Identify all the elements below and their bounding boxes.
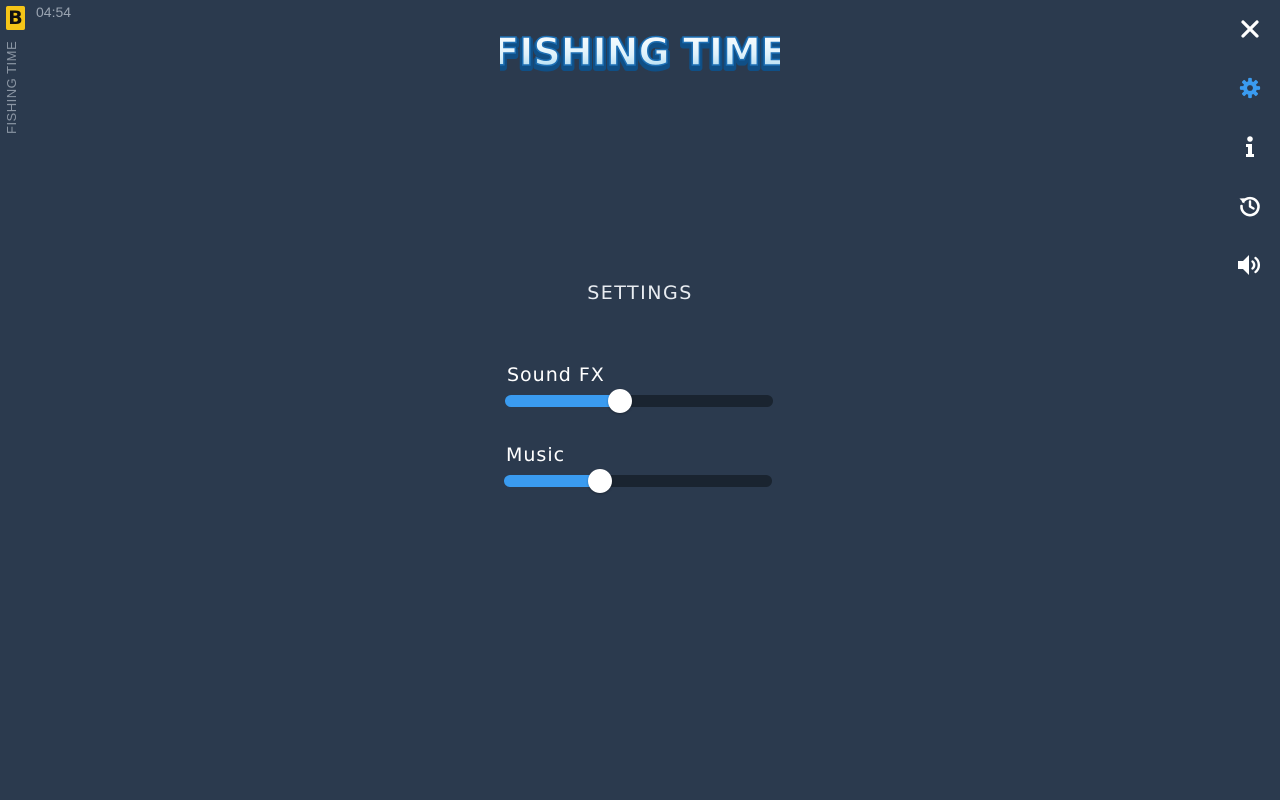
music-slider[interactable] (504, 469, 772, 493)
history-icon (1239, 196, 1260, 217)
info-button[interactable] (1230, 127, 1270, 167)
sound-fx-slider[interactable] (505, 389, 773, 413)
game-logo-text: FISHING TIME (500, 30, 780, 74)
vertical-game-title: FISHING TIME (4, 40, 19, 134)
music-label: Music (506, 444, 566, 466)
history-button[interactable] (1230, 186, 1270, 226)
brand-logo-badge: B (6, 6, 25, 30)
speaker-icon (1238, 255, 1260, 275)
close-icon (1241, 20, 1259, 38)
settings-button[interactable] (1230, 68, 1270, 108)
game-logo: FISHING TIME FISHING TIME (500, 29, 780, 80)
sound-fx-slider-fill (505, 395, 621, 407)
music-setting: Music (504, 443, 774, 493)
clock: 04:54 (36, 4, 72, 20)
close-button[interactable] (1230, 9, 1270, 49)
sound-button[interactable] (1230, 245, 1270, 285)
game-screen: B 04:54 FISHING TIME FISHING TIME FISHIN… (0, 0, 1280, 800)
info-icon (1246, 136, 1254, 157)
sound-fx-setting: Sound FX (505, 363, 775, 413)
right-toolbar (1220, 0, 1280, 300)
settings-title: SETTINGS (587, 282, 693, 304)
music-slider-thumb[interactable] (588, 469, 613, 493)
music-slider-fill (504, 475, 601, 487)
sound-fx-label: Sound FX (507, 364, 605, 386)
sound-fx-slider-thumb[interactable] (608, 389, 633, 413)
gear-icon (1239, 77, 1261, 99)
